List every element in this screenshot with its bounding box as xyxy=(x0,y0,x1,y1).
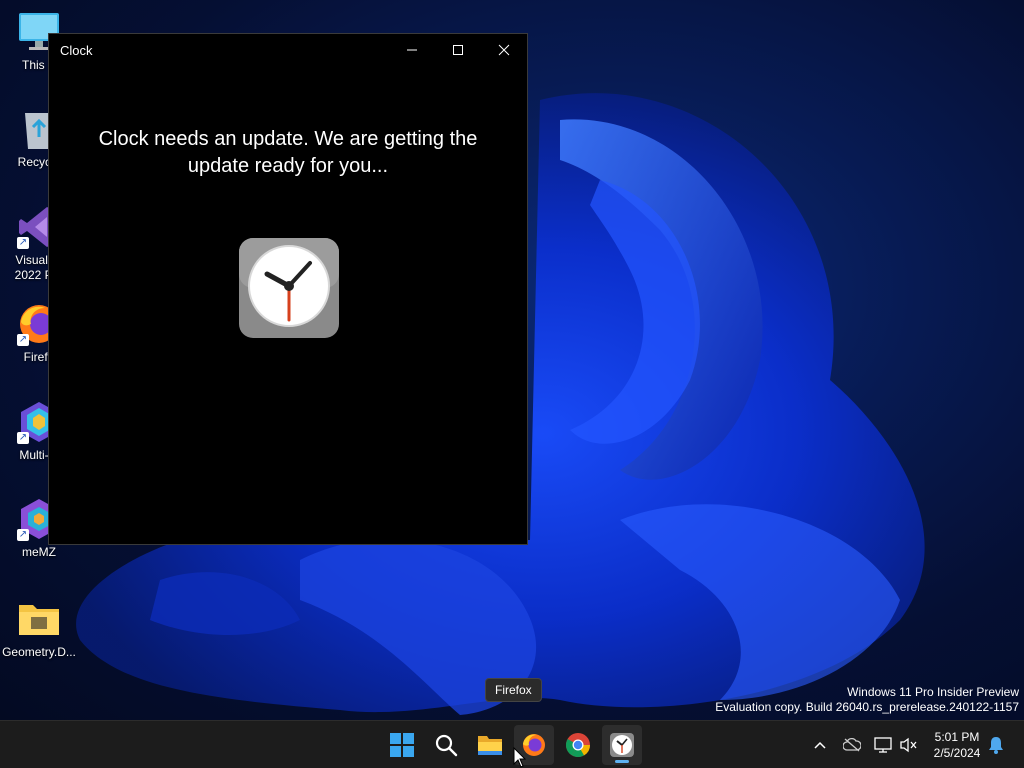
show-hidden-icons-button[interactable] xyxy=(810,735,830,755)
maximize-button[interactable] xyxy=(435,34,481,66)
network-icon xyxy=(874,737,892,753)
shortcut-arrow-icon: ↗ xyxy=(17,529,29,541)
minimize-button[interactable] xyxy=(389,34,435,66)
bell-icon xyxy=(989,737,1003,754)
watermark-edition: Windows 11 Pro Insider Preview xyxy=(847,685,1019,699)
shortcut-arrow-icon: ↗ xyxy=(17,432,29,444)
folder-icon xyxy=(17,597,61,641)
mouse-cursor-icon xyxy=(513,747,527,768)
taskbar-file-explorer[interactable] xyxy=(470,725,510,765)
chevron-up-icon xyxy=(814,741,826,749)
watermark-build: Evaluation copy. Build 26040.rs_prerelea… xyxy=(715,700,1019,714)
file-explorer-icon xyxy=(478,736,502,755)
search-icon xyxy=(435,734,458,757)
desktop-icon-label: meMZ xyxy=(22,545,56,559)
maximize-icon xyxy=(453,45,463,55)
close-icon xyxy=(498,44,510,56)
onedrive-tray-button[interactable] xyxy=(842,735,862,755)
notifications-button[interactable] xyxy=(986,735,1006,755)
window-title: Clock xyxy=(60,42,93,58)
volume-tray-button[interactable] xyxy=(899,735,919,755)
taskbar-search-button[interactable] xyxy=(426,725,466,765)
shortcut-arrow-icon: ↗ xyxy=(17,237,29,249)
taskbar-tooltip: Firefox xyxy=(485,678,542,702)
minimize-icon xyxy=(407,49,417,51)
taskbar-datetime[interactable]: 5:01 PM 2/5/2024 xyxy=(926,729,988,761)
running-indicator xyxy=(615,760,629,763)
start-icon xyxy=(390,733,414,757)
clock-app-icon xyxy=(239,238,339,338)
chrome-icon xyxy=(565,733,590,758)
taskbar-date: 2/5/2024 xyxy=(933,746,981,760)
cloud-offline-icon xyxy=(843,738,861,752)
window-titlebar[interactable]: Clock xyxy=(49,34,527,66)
shortcut-arrow-icon: ↗ xyxy=(17,334,29,346)
taskbar: 5:01 PM 2/5/2024 xyxy=(0,720,1024,768)
taskbar-chrome[interactable] xyxy=(558,725,598,765)
close-button[interactable] xyxy=(481,34,527,66)
clock-app-window[interactable]: Clock Clock needs an update. We are gett… xyxy=(48,33,528,545)
network-tray-button[interactable] xyxy=(873,735,893,755)
taskbar-clock[interactable] xyxy=(602,725,642,765)
taskbar-time: 5:01 PM xyxy=(934,730,980,744)
clock-icon xyxy=(610,733,634,757)
volume-muted-icon xyxy=(900,737,917,753)
desktop-icon-geometry-folder[interactable]: Geometry.D... xyxy=(0,597,78,659)
taskbar-start-button[interactable] xyxy=(382,725,422,765)
evaluation-watermark: Windows 11 Pro Insider Preview Evaluatio… xyxy=(715,685,1019,715)
update-message: Clock needs an update. We are getting th… xyxy=(98,128,478,177)
desktop-icon-label: Geometry.D... xyxy=(2,645,76,659)
